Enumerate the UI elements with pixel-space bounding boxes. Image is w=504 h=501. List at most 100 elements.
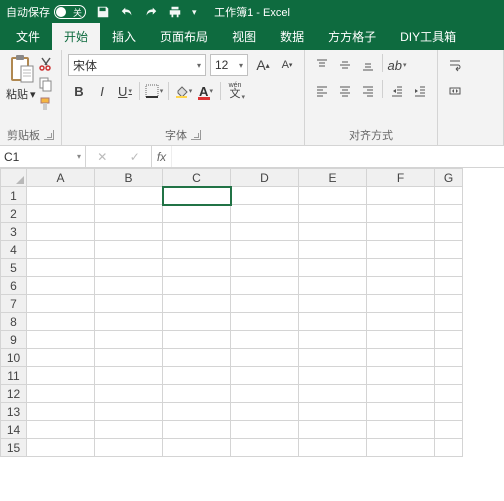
undo-icon[interactable] [120,5,134,19]
cell[interactable] [95,367,163,385]
cell[interactable] [27,349,95,367]
cell[interactable] [163,187,231,205]
cell[interactable] [367,313,435,331]
column-header[interactable]: C [163,169,231,187]
row-header[interactable]: 3 [1,223,27,241]
cell[interactable] [163,403,231,421]
cell[interactable] [299,187,367,205]
cell[interactable] [163,349,231,367]
cell[interactable] [27,241,95,259]
cell[interactable] [299,205,367,223]
cell[interactable] [367,331,435,349]
cell[interactable] [95,385,163,403]
cell[interactable] [299,403,367,421]
align-bottom-icon[interactable] [357,54,379,76]
cell[interactable] [299,385,367,403]
cell[interactable] [95,313,163,331]
tab-1[interactable]: 开始 [52,23,100,50]
cell[interactable] [95,349,163,367]
row-header[interactable]: 4 [1,241,27,259]
cell[interactable] [231,295,299,313]
cut-icon[interactable] [38,56,54,72]
cell[interactable] [367,439,435,457]
row-header[interactable]: 12 [1,385,27,403]
redo-icon[interactable] [144,5,158,19]
row-header[interactable]: 15 [1,439,27,457]
row-header[interactable]: 5 [1,259,27,277]
cell[interactable] [163,313,231,331]
cell[interactable] [435,205,463,223]
cell[interactable] [435,223,463,241]
row-header[interactable]: 9 [1,331,27,349]
cell[interactable] [95,187,163,205]
qat-dropdown-icon[interactable]: ▾ [192,5,206,19]
decrease-indent-icon[interactable] [386,80,408,102]
row-header[interactable]: 11 [1,367,27,385]
row-header[interactable]: 13 [1,403,27,421]
cell[interactable] [163,331,231,349]
cell[interactable] [163,223,231,241]
cell[interactable] [299,259,367,277]
increase-font-icon[interactable]: A▴ [252,54,274,76]
row-header[interactable]: 1 [1,187,27,205]
cell[interactable] [95,277,163,295]
cell[interactable] [27,421,95,439]
tab-0[interactable]: 文件 [4,23,52,50]
cell[interactable] [367,403,435,421]
spreadsheet-grid[interactable]: ABCDEFG123456789101112131415 [0,168,504,457]
cell[interactable] [299,241,367,259]
cell[interactable] [231,331,299,349]
cell[interactable] [163,295,231,313]
tab-7[interactable]: DIY工具箱 [388,23,468,50]
font-size-select[interactable]: 12▾ [210,54,248,76]
cell[interactable] [435,241,463,259]
cell[interactable] [27,403,95,421]
cell[interactable] [299,277,367,295]
cell[interactable] [163,259,231,277]
cell[interactable] [299,367,367,385]
orientation-button[interactable]: ab▾ [386,54,408,76]
cell[interactable] [299,313,367,331]
cell[interactable] [367,187,435,205]
cell[interactable] [299,331,367,349]
align-top-icon[interactable] [311,54,333,76]
align-middle-icon[interactable] [334,54,356,76]
cell[interactable] [367,367,435,385]
cell[interactable] [435,295,463,313]
font-name-select[interactable]: 宋体▾ [68,54,206,76]
cell[interactable] [27,187,95,205]
align-left-icon[interactable] [311,80,333,102]
cell[interactable] [367,349,435,367]
cell[interactable] [435,259,463,277]
font-launcher-icon[interactable] [191,130,201,140]
name-box[interactable]: C1▾ [0,146,86,167]
cell[interactable] [163,241,231,259]
cell[interactable] [27,295,95,313]
cell[interactable] [299,223,367,241]
cell[interactable] [163,367,231,385]
increase-indent-icon[interactable] [409,80,431,102]
column-header[interactable]: G [435,169,463,187]
cell[interactable] [435,331,463,349]
cell[interactable] [231,421,299,439]
cell[interactable] [435,313,463,331]
tab-3[interactable]: 页面布局 [148,23,220,50]
fill-color-button[interactable]: ▾ [172,80,194,102]
column-header[interactable]: F [367,169,435,187]
row-header[interactable]: 7 [1,295,27,313]
wrap-text-icon[interactable] [444,54,466,76]
clipboard-launcher-icon[interactable] [44,130,54,140]
cell[interactable] [299,439,367,457]
cell[interactable] [231,385,299,403]
align-center-icon[interactable] [334,80,356,102]
cell[interactable] [163,205,231,223]
cell[interactable] [299,295,367,313]
accept-formula-icon[interactable]: ✓ [130,150,140,164]
cell[interactable] [435,187,463,205]
print-icon[interactable] [168,5,182,19]
cell[interactable] [95,259,163,277]
cell[interactable] [435,403,463,421]
column-header[interactable]: D [231,169,299,187]
column-header[interactable]: A [27,169,95,187]
cell[interactable] [95,295,163,313]
